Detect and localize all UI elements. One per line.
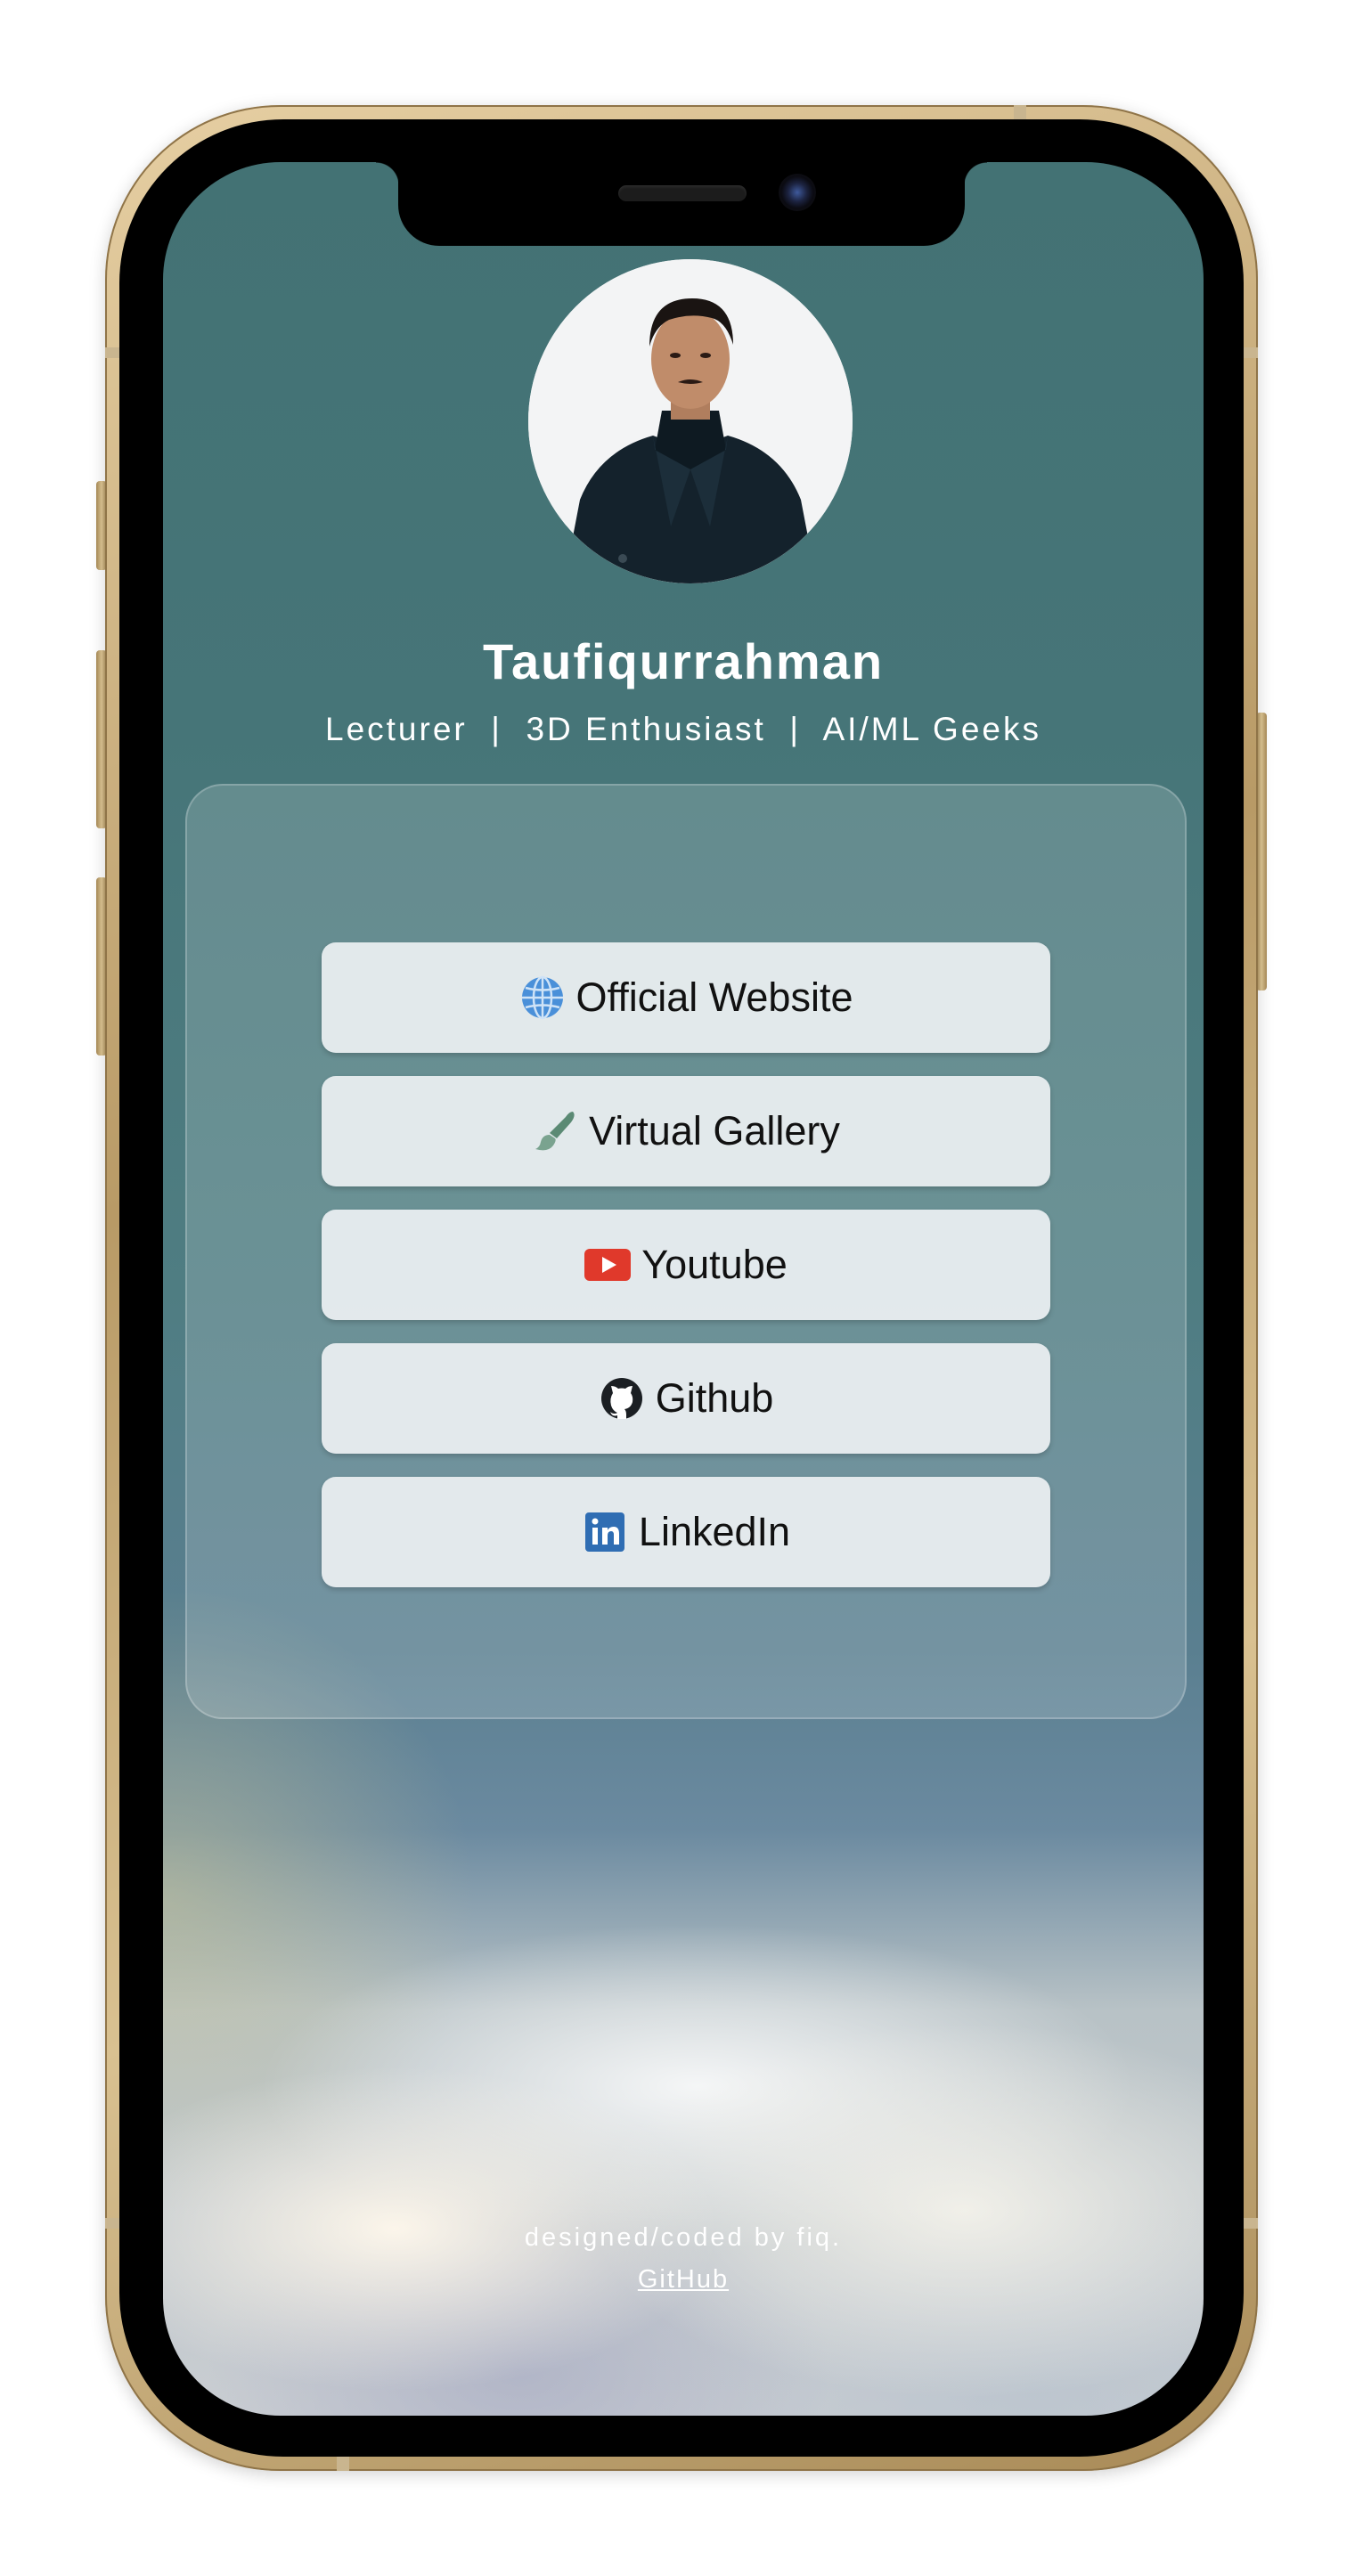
github-link[interactable]: GitHub xyxy=(638,2265,729,2294)
antenna-band xyxy=(1244,2218,1258,2229)
virtual-gallery-label: Virtual Gallery xyxy=(589,1108,840,1153)
antenna-band xyxy=(105,347,119,358)
antenna-band xyxy=(105,2218,119,2229)
linkedin-label: LinkedIn xyxy=(638,1509,791,1554)
youtube-label: Youtube xyxy=(641,1242,788,1287)
github-label: Github xyxy=(655,1375,774,1421)
avatar xyxy=(528,259,853,583)
globe-icon xyxy=(519,974,566,1021)
footer-github-link: GitHub xyxy=(163,2265,1204,2295)
github-button[interactable]: Github xyxy=(322,1343,1050,1454)
antenna-band xyxy=(337,2457,349,2471)
footer-credit: designed/coded by fiq. xyxy=(524,2223,843,2252)
youtube-button[interactable]: Youtube xyxy=(322,1210,1050,1320)
official-website-label: Official Website xyxy=(575,974,853,1020)
antenna-band xyxy=(1244,347,1258,358)
youtube-icon xyxy=(584,1242,632,1288)
link-list: Official Website Virtual Gallery Youtube xyxy=(322,942,1050,1610)
virtual-gallery-button[interactable]: Virtual Gallery xyxy=(322,1076,1050,1186)
official-website-button[interactable]: Official Website xyxy=(322,942,1050,1053)
device-mockup: Taufiqurrahman Lecturer | 3D Enthusiast … xyxy=(0,0,1363,2576)
profile-tagline: Lecturer | 3D Enthusiast | AI/ML Geeks xyxy=(325,711,1041,747)
antenna-band xyxy=(1014,105,1026,119)
profile-name: Taufiqurrahman xyxy=(482,633,885,689)
earpiece-speaker xyxy=(618,185,747,201)
front-camera xyxy=(779,174,816,211)
notch xyxy=(398,162,965,246)
paintbrush-icon xyxy=(532,1108,578,1154)
github-icon xyxy=(599,1375,645,1422)
notch-corner xyxy=(376,162,399,185)
linkedin-icon xyxy=(582,1509,628,1555)
notch-corner xyxy=(964,162,987,185)
linkedin-button[interactable]: LinkedIn xyxy=(322,1477,1050,1587)
avatar-portrait xyxy=(528,259,853,583)
